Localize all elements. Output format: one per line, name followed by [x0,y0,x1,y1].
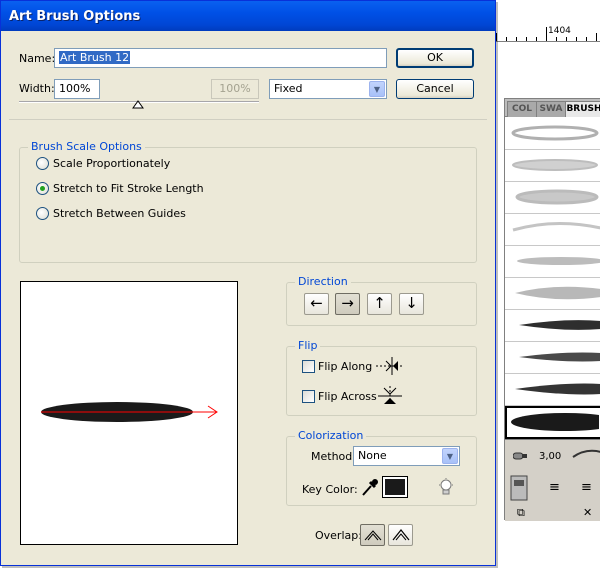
brush-preview [20,281,238,545]
brush-swatch[interactable] [505,118,600,150]
direction-right-button[interactable]: → [335,293,360,315]
width-input[interactable]: 100% [54,79,100,99]
colorization-title: Colorization [295,429,367,442]
brushes-panel: COL SWA BRUSH 3,00 ≡ ≡ ⧉ ✕ [504,98,600,521]
direction-title: Direction [295,275,351,288]
list-view-icon[interactable]: ≡ [549,480,560,495]
method-label: Method: [311,450,356,463]
horizontal-ruler: 1404 [492,0,600,42]
scale-proportionately-radio[interactable] [36,157,49,170]
method-value: None [358,449,387,462]
scale-proportionately-label[interactable]: Scale Proportionately [53,157,170,170]
overlap-label: Overlap: [315,529,362,542]
flip-title: Flip [295,339,321,352]
tab-swatches[interactable]: SWA [536,101,566,117]
title-bar[interactable]: Art Brush Options [1,1,495,31]
brush-swatch[interactable] [505,310,600,342]
brush-swatch[interactable] [505,246,600,278]
brush-swatch[interactable] [505,278,600,310]
direction-up-button[interactable]: ↑ [367,293,392,315]
ok-button[interactable]: OK [396,48,474,68]
brush-swatch[interactable] [505,342,600,374]
brush-swatch[interactable] [505,374,600,406]
direction-left-button[interactable]: ← [304,293,329,315]
overlap-adjust-corners-button[interactable] [360,524,385,546]
stretch-to-fit-radio[interactable] [36,182,49,195]
name-label: Name: [19,52,56,65]
art-brush-options-dialog: Art Brush Options Name: Art Brush 12 OK … [0,0,496,566]
name-input[interactable]: Art Brush 12 [54,48,387,68]
new-brush-icon[interactable]: ⧉ [517,506,525,520]
width-label: Width: [19,82,55,95]
method-select[interactable]: None ▼ [353,446,460,466]
libraries-icon[interactable] [509,474,531,504]
brush-swatch[interactable] [505,150,600,182]
flip-along-icon [376,357,404,375]
key-color-label: Key Color: [302,483,358,496]
panel-tabs: COL SWA BRUSH [505,99,600,117]
brush-size-icon [513,452,527,460]
stretch-to-fit-label[interactable]: Stretch to Fit Stroke Length [53,182,204,195]
width-mode-value: Fixed [274,82,303,95]
width-slider-thumb-icon[interactable] [132,100,144,109]
dialog-title: Art Brush Options [9,9,141,24]
delete-brush-icon[interactable]: ✕ [583,506,592,519]
flip-across-checkbox[interactable] [302,390,315,403]
brush-swatch-selected[interactable] [505,406,600,439]
flip-along-checkbox[interactable] [302,360,315,373]
width-variation-input-disabled: 100% [211,79,259,99]
overlap-corners-icon [364,530,381,541]
chevron-down-icon[interactable]: ▼ [369,81,385,97]
stretch-between-guides-label[interactable]: Stretch Between Guides [53,207,186,220]
flip-across-label[interactable]: Flip Across [318,390,377,403]
chevron-down-icon[interactable]: ▼ [442,448,458,464]
overlap-no-adjust-button[interactable] [388,524,413,546]
brush-scale-options-title: Brush Scale Options [28,140,145,153]
ruler-label: 1404 [548,26,571,36]
panel-footer: 3,00 ≡ ≡ ⧉ ✕ [505,439,600,521]
key-color-fill [385,479,405,495]
name-value: Art Brush 12 [59,51,131,64]
brush-swatch[interactable] [505,182,600,214]
tab-color[interactable]: COL [507,101,537,117]
width-mode-select[interactable]: Fixed ▼ [269,79,387,99]
cancel-button[interactable]: Cancel [396,79,474,99]
stroke-preview-icon [572,449,600,458]
stretch-between-guides-radio[interactable] [36,207,49,220]
key-color-swatch[interactable] [382,476,408,498]
brush-swatch[interactable] [505,214,600,246]
options-icon[interactable]: ≡ [581,480,592,495]
divider [9,119,487,120]
flip-across-icon [378,386,402,406]
eyedropper-icon[interactable] [360,478,378,498]
overlap-no-adjust-icon [392,529,409,541]
flip-along-label[interactable]: Flip Along [318,360,372,373]
tips-lightbulb-icon[interactable] [438,478,454,498]
brush-stroke-preview [41,402,218,422]
tab-brushes[interactable]: BRUSH [565,101,600,117]
brush-size-value: 3,00 [539,451,562,462]
direction-down-button[interactable]: ↓ [399,293,424,315]
